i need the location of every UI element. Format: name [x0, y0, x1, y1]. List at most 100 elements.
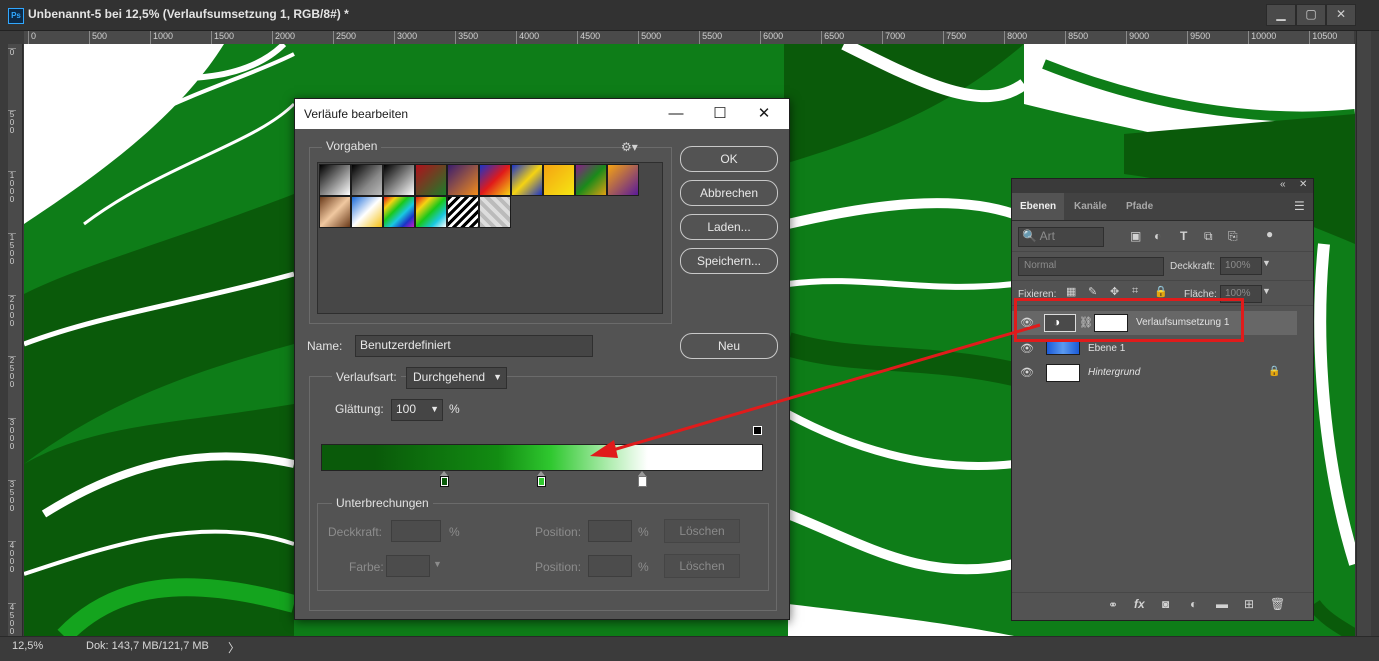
annotation-highlight-box — [1014, 298, 1244, 342]
panel-close-icon[interactable]: ✕ — [1299, 179, 1307, 190]
opacity-position-label: Position: — [535, 525, 582, 539]
color-position-field[interactable] — [588, 555, 632, 577]
adjustment-icon[interactable]: ◐ — [1190, 597, 1197, 611]
layer-row-background[interactable]: 👁 Hintergrund 🔒 — [1012, 361, 1297, 385]
new-button[interactable]: Neu — [680, 333, 778, 359]
preset-grid[interactable] — [317, 162, 663, 314]
title-bar: Ps Unbenannt-5 bei 12,5% (Verlaufsumsetz… — [0, 0, 1379, 31]
horizontal-ruler: 0 500 1000 1500 2000 2500 3000 3500 4000 4500 5000… — [24, 31, 1354, 45]
color-stop-track[interactable] — [321, 471, 761, 489]
ruler-tick-label: 0 — [8, 48, 16, 57]
smoothness-value: 100 — [396, 402, 417, 416]
close-button[interactable]: ✕ — [1326, 4, 1356, 26]
layers-panel: « ✕ Ebenen Kanäle Pfade ☰ 🔍 Art ▣ ◐ T ⧉ … — [1011, 178, 1314, 621]
preset-swatch[interactable] — [447, 164, 479, 196]
load-button[interactable]: Laden... — [680, 214, 778, 240]
tab-paths[interactable]: Pfade — [1118, 193, 1161, 220]
ruler-tick-label: 500 — [89, 31, 107, 44]
lock-transparency-icon[interactable]: ▦ — [1066, 285, 1076, 298]
gradient-preview-bar[interactable] — [321, 444, 763, 471]
minimize-button[interactable]: ▁ — [1266, 4, 1296, 26]
color-stop[interactable] — [537, 476, 546, 487]
ruler-tick-label: 5500 — [699, 31, 722, 44]
dialog-maximize-button[interactable]: ☐ — [709, 104, 731, 124]
opacity-stop[interactable] — [753, 426, 762, 435]
zoom-level[interactable]: 12,5% — [12, 640, 52, 654]
collapse-icon[interactable]: « — [1280, 179, 1286, 190]
cancel-button[interactable]: Abbrechen — [680, 180, 778, 206]
layer-filter-dropdown[interactable]: 🔍 Art — [1018, 227, 1104, 247]
preset-swatch[interactable] — [479, 164, 511, 196]
ok-button[interactable]: OK — [680, 146, 778, 172]
ruler-tick-label: 500 — [8, 109, 16, 135]
preset-swatch[interactable] — [383, 196, 415, 228]
shape-filter-icon[interactable]: ⧉ — [1204, 229, 1213, 244]
ruler-tick-label: 1000 — [150, 31, 173, 44]
opacity-label: Deckkraft: — [1170, 261, 1216, 272]
tab-channels[interactable]: Kanäle — [1066, 193, 1115, 220]
lock-icon: 🔒 — [1268, 366, 1281, 377]
preset-swatch[interactable] — [447, 196, 479, 228]
gradient-editor-dialog: Verläufe bearbeiten — ☐ ✕ Vorgaben ⚙▾ OK… — [294, 98, 790, 620]
preset-swatch[interactable] — [575, 164, 607, 196]
adjustment-filter-icon[interactable]: ◐ — [1154, 229, 1161, 243]
smoothness-field[interactable]: 100 ▼ — [391, 399, 443, 421]
fx-icon[interactable]: fx — [1134, 597, 1145, 611]
color-stop[interactable] — [638, 476, 648, 487]
ruler-tick-label: 6000 — [760, 31, 783, 44]
delete-opacity-stop-button[interactable]: Löschen — [664, 519, 740, 543]
preset-swatch[interactable] — [415, 196, 447, 228]
opacity-input[interactable]: 100% — [1220, 257, 1262, 275]
opacity-position-field[interactable] — [588, 520, 632, 542]
new-layer-icon[interactable]: ⊞ — [1244, 597, 1254, 611]
preset-swatch[interactable] — [511, 164, 543, 196]
preset-swatch[interactable] — [479, 196, 511, 228]
preset-swatch[interactable] — [543, 164, 575, 196]
save-button[interactable]: Speichern... — [680, 248, 778, 274]
preset-swatch[interactable] — [383, 164, 415, 196]
ruler-tick-label: 7500 — [943, 31, 966, 44]
name-input[interactable]: Benutzerdefiniert — [355, 335, 593, 357]
dialog-close-button[interactable]: ✕ — [753, 104, 775, 124]
pixel-filter-icon[interactable]: ▣ — [1130, 229, 1141, 243]
layer-thumbnail — [1046, 341, 1080, 355]
trash-icon[interactable]: 🗑 — [1270, 597, 1285, 611]
ruler-tick-label: 5000 — [638, 31, 661, 44]
lock-artboard-icon[interactable]: ⌗ — [1132, 285, 1138, 298]
gradient-type-dropdown[interactable]: Durchgehend ▼ — [406, 367, 507, 389]
color-stop[interactable] — [440, 476, 450, 487]
preset-swatch[interactable] — [319, 196, 351, 228]
stop-color-swatch[interactable] — [386, 555, 430, 577]
dialog-minimize-button[interactable]: — — [665, 104, 687, 124]
restore-button[interactable]: ▢ — [1296, 4, 1326, 26]
status-menu-arrow[interactable]: 〉 — [228, 639, 240, 656]
chevron-down-icon[interactable]: ▼ — [1262, 258, 1271, 268]
eye-icon[interactable]: 👁 — [1020, 342, 1034, 356]
opacity-stop-track[interactable] — [321, 425, 762, 439]
stops-label: Unterbrechungen — [332, 496, 433, 510]
preset-swatch[interactable] — [607, 164, 639, 196]
delete-color-stop-button[interactable]: Löschen — [664, 554, 740, 578]
mask-icon[interactable]: ◙ — [1162, 597, 1169, 611]
vertical-scrollbar[interactable] — [1356, 31, 1371, 636]
blend-mode-dropdown[interactable]: Normal — [1018, 257, 1164, 276]
tab-layers[interactable]: Ebenen — [1012, 193, 1065, 220]
preset-swatch[interactable] — [351, 164, 383, 196]
presets-gear-icon[interactable]: ⚙▾ — [621, 140, 638, 154]
preset-swatch[interactable] — [319, 164, 351, 196]
lock-position-icon[interactable]: ✥ — [1110, 285, 1119, 298]
preset-swatch[interactable] — [415, 164, 447, 196]
type-filter-icon[interactable]: T — [1180, 229, 1187, 243]
preset-swatch[interactable] — [351, 196, 383, 228]
lock-paint-icon[interactable]: ✎ — [1088, 285, 1097, 298]
panel-menu-icon[interactable]: ☰ — [1294, 199, 1305, 213]
folder-icon[interactable]: ▬ — [1216, 597, 1228, 611]
smart-object-filter-icon[interactable]: ⎘ — [1228, 229, 1238, 244]
filter-toggle-icon[interactable]: ● — [1266, 227, 1273, 241]
chevron-down-icon[interactable]: ▼ — [1262, 286, 1271, 296]
stop-opacity-field[interactable] — [391, 520, 441, 542]
eye-icon[interactable]: 👁 — [1020, 366, 1034, 380]
opacity-position-unit: % — [638, 525, 649, 539]
lock-all-icon[interactable]: 🔒 — [1154, 285, 1168, 298]
link-icon[interactable]: ⚭ — [1108, 598, 1118, 612]
